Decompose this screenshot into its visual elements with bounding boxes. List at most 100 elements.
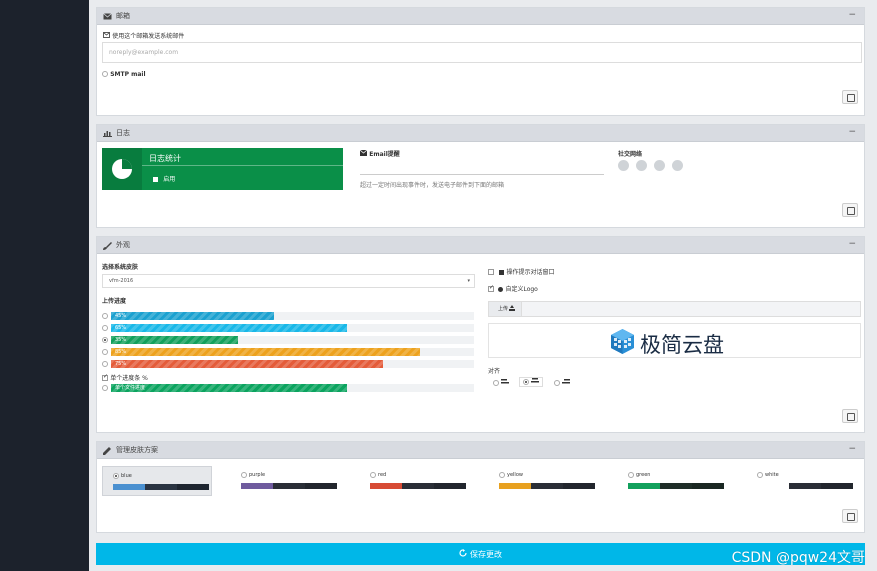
email-notify-input[interactable] <box>360 161 604 175</box>
facebook-icon[interactable] <box>618 160 629 171</box>
log-stats-title: 日志统计 <box>149 154 181 163</box>
bar-chart-icon <box>103 130 112 137</box>
skin-color-swatch <box>692 483 724 489</box>
progress-label: 上传进度 <box>102 298 127 305</box>
skin-save-button[interactable] <box>842 509 858 523</box>
align-label: 对齐 <box>488 368 501 375</box>
progress-style-radio[interactable] <box>102 325 108 331</box>
theme-select[interactable]: vfm-2016 ▾ <box>102 274 475 288</box>
sidebar <box>0 0 89 571</box>
skin-option-green[interactable]: green <box>618 466 728 496</box>
align-right-radio[interactable] <box>554 380 560 386</box>
email-notify-hint: 超过一定时间出现事件时，发送电子邮件到下面的邮箱 <box>360 182 505 189</box>
email-panel-header: 邮箱 − <box>97 8 864 25</box>
skin-color-swatch <box>145 484 177 490</box>
skin-color-swatch <box>113 484 145 490</box>
skin-option-yellow[interactable]: yellow <box>489 466 599 496</box>
single-progress-option[interactable]: 单个进度条 % <box>102 373 148 382</box>
log-stats-checkbox[interactable]: 启用 <box>153 174 175 183</box>
envelope-small-icon <box>103 32 110 40</box>
twitter-icon[interactable] <box>636 160 647 171</box>
show-tips-label: 操作提示对话窗口 <box>506 269 555 276</box>
use-email-label: 使用这个邮箱发送系统邮件 <box>112 33 185 40</box>
theme-select-value: vfm-2016 <box>109 278 134 284</box>
progress-track: 35% <box>111 336 474 344</box>
show-tips-option[interactable]: 操作提示对话窗口 <box>488 267 554 276</box>
smtp-radio[interactable] <box>102 71 108 77</box>
log-stats-enabled-label: 启用 <box>163 176 176 183</box>
square-icon <box>499 269 505 275</box>
skin-option-white[interactable]: white <box>747 466 857 496</box>
align-left-radio[interactable] <box>493 380 499 386</box>
collapse-icon[interactable]: − <box>848 240 856 249</box>
skin-radio[interactable] <box>628 472 634 478</box>
log-panel: 日志 − 日志统计 启用 Email提醒 超过一定时间出现事件时，发送电子邮件到… <box>96 124 865 228</box>
skin-radio[interactable] <box>113 473 119 479</box>
skin-radio[interactable] <box>757 472 763 478</box>
single-progress-radio[interactable] <box>102 385 108 391</box>
collapse-icon[interactable]: − <box>848 445 856 454</box>
skin-color-swatch <box>305 483 337 489</box>
upload-button[interactable]: 上传 <box>489 302 522 316</box>
progress-fill-label: 75% <box>115 361 127 367</box>
skin-radio[interactable] <box>241 472 247 478</box>
linkedin-icon[interactable] <box>672 160 683 171</box>
align-right-option[interactable] <box>554 379 571 387</box>
email-input[interactable]: noreply@example.com <box>102 42 862 63</box>
email-save-button[interactable] <box>842 90 858 104</box>
logo-preview: 极简云盘 <box>488 323 861 358</box>
single-progress-label: 单个进度条 % <box>110 375 148 382</box>
skin-radio[interactable] <box>499 472 505 478</box>
skin-option-red[interactable]: red <box>360 466 470 496</box>
skin-color-swatch <box>789 483 821 489</box>
skin-name: green <box>636 472 651 478</box>
skin-color-swatch <box>821 483 853 489</box>
skin-radio[interactable] <box>370 472 376 478</box>
skin-name: purple <box>249 472 266 478</box>
pencil-icon <box>103 446 112 455</box>
skin-panel: 管理皮肤方案 − blue purple red yellow green white <box>96 441 865 533</box>
skin-option-blue[interactable]: blue <box>102 466 212 496</box>
skin-name: yellow <box>507 472 523 478</box>
skin-panel-header: 管理皮肤方案 − <box>97 442 864 459</box>
skin-color-swatch <box>499 483 531 489</box>
smtp-label: SMTP mail <box>110 71 146 78</box>
skin-color-swatch <box>434 483 466 489</box>
appearance-save-button[interactable] <box>842 409 858 423</box>
collapse-icon[interactable]: − <box>848 11 856 20</box>
skin-option-purple[interactable]: purple <box>231 466 341 496</box>
show-tips-checkbox[interactable] <box>488 269 494 275</box>
custom-logo-option[interactable]: 自定义Logo <box>488 284 538 293</box>
upload-button-label: 上传 <box>498 306 509 312</box>
appearance-panel-title: 外观 <box>116 241 130 249</box>
progress-style-radio[interactable] <box>102 337 108 343</box>
progress-fill-label: 35% <box>115 337 127 343</box>
use-email-option[interactable]: 使用这个邮箱发送系统邮件 <box>103 31 184 40</box>
collapse-icon[interactable]: − <box>848 128 856 137</box>
align-center-option[interactable] <box>519 377 543 387</box>
progress-style-radio[interactable] <box>102 349 108 355</box>
email-panel: 邮箱 − 使用这个邮箱发送系统邮件 noreply@example.com SM… <box>96 7 865 116</box>
progress-track: 85% <box>111 348 474 356</box>
skin-color-swatch <box>660 483 692 489</box>
save-all-label: 保存更改 <box>470 549 502 559</box>
progress-fill: 35% <box>111 336 239 344</box>
align-right-icon <box>562 379 571 387</box>
custom-logo-checkbox[interactable] <box>488 284 494 292</box>
align-center-radio[interactable] <box>523 379 529 385</box>
skin-color-swatch <box>628 483 660 489</box>
google-plus-icon[interactable] <box>654 160 665 171</box>
progress-style-radio[interactable] <box>102 361 108 367</box>
log-save-button[interactable] <box>842 203 858 217</box>
progress-track: 45% <box>111 312 474 320</box>
align-center-icon <box>531 378 540 386</box>
progress-style-radio[interactable] <box>102 313 108 319</box>
refresh-icon <box>459 549 467 559</box>
single-progress-checkbox[interactable] <box>102 373 108 381</box>
align-left-option[interactable] <box>493 379 510 387</box>
skin-color-swatch <box>757 483 789 489</box>
smtp-option[interactable]: SMTP mail <box>102 70 146 78</box>
skin-name: blue <box>121 473 132 479</box>
logo-upload-bar: 上传 <box>488 301 861 317</box>
log-stats-box[interactable]: 日志统计 启用 <box>102 148 343 190</box>
